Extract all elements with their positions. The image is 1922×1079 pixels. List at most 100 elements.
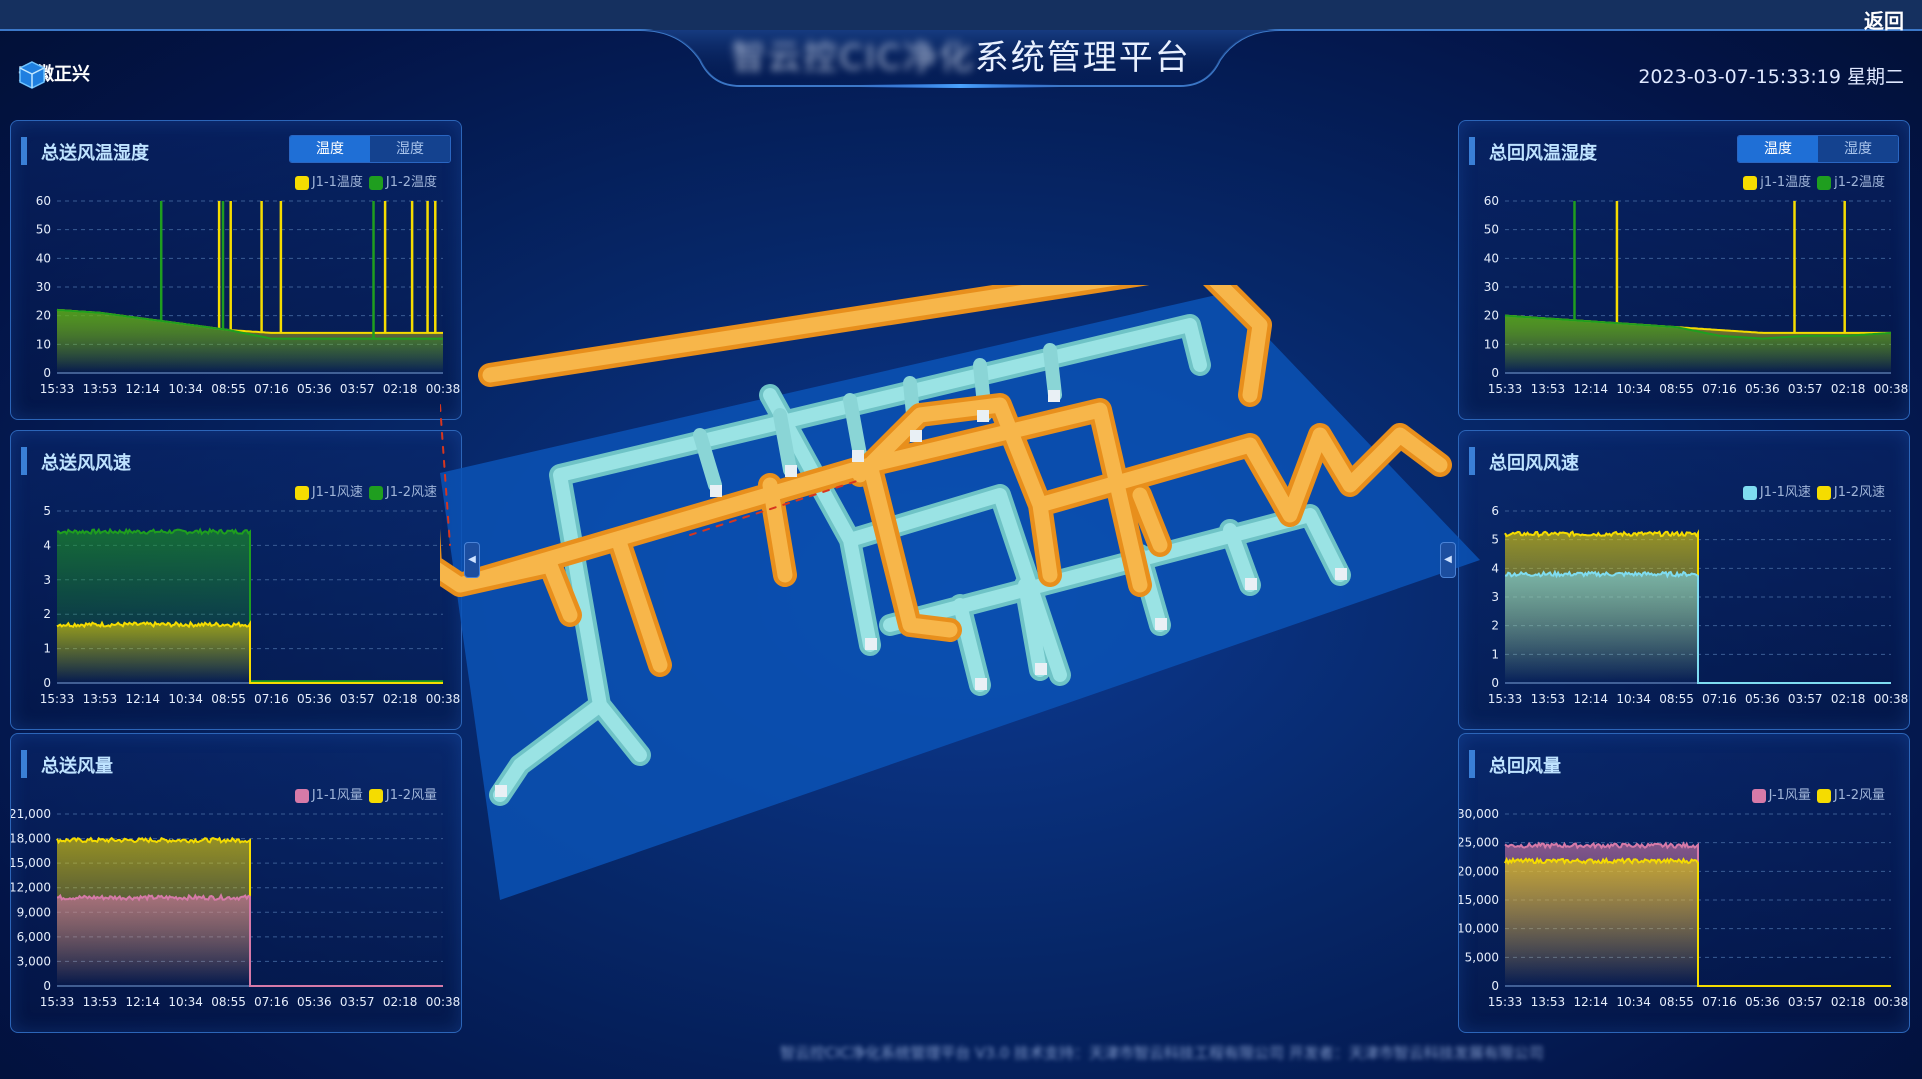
legend-label: J1-2风量 bbox=[385, 788, 437, 803]
legend-label: J1-2风速 bbox=[385, 485, 437, 500]
y-tick-label: 60 bbox=[36, 194, 51, 208]
y-tick-label: 18,000 bbox=[11, 832, 51, 846]
x-tick-label: 13:53 bbox=[1531, 382, 1566, 396]
supply-temp-chart: 0 10 20 30 40 50 60 15:33 13:53 12:14 10:34 08:55 07… bbox=[36, 194, 461, 396]
x-tick-label: 08:55 bbox=[211, 995, 246, 1009]
collapse-left-icon[interactable]: ◀ bbox=[464, 542, 480, 578]
x-tick-label: 12:14 bbox=[125, 995, 160, 1009]
tab-temperature[interactable]: 温度 bbox=[1738, 136, 1818, 162]
x-tick-label: 13:53 bbox=[1531, 692, 1566, 706]
legend-item[interactable]: J1-1风速 bbox=[294, 481, 363, 500]
panel-title: 总送风量 bbox=[21, 750, 113, 778]
legend-label: J1-1风速 bbox=[1759, 485, 1811, 500]
panel-title: 总回风风速 bbox=[1469, 447, 1579, 475]
supply-speed-chart: 0 1 2 3 4 5 15:33 13:53 12:14 10:34 08:55 07:16 05:3… bbox=[40, 504, 461, 706]
x-tick-label: 13:53 bbox=[83, 995, 118, 1009]
x-tick-label: 07:16 bbox=[1702, 995, 1737, 1009]
legend-label: J1-2风量 bbox=[1833, 788, 1885, 803]
y-tick-label: 4 bbox=[1491, 561, 1499, 575]
tab-humidity[interactable]: 湿度 bbox=[370, 136, 450, 162]
y-tick-label: 1 bbox=[1491, 647, 1499, 661]
panel-supply-volume: 总送风量 J1-1风量 J1-2风量 0 3,000 6,000 9,000 12,00… bbox=[10, 733, 462, 1033]
y-tick-label: 10 bbox=[1484, 337, 1499, 351]
title-main-text: 系统管理平台 bbox=[974, 38, 1191, 78]
supply-volume-chart: 0 3,000 6,000 9,000 12,000 15,000 18,000 21,000… bbox=[11, 807, 461, 1009]
y-tick-label: 50 bbox=[1484, 223, 1499, 237]
x-tick-label: 07:16 bbox=[1702, 692, 1737, 706]
x-tick-label: 12:14 bbox=[1573, 995, 1608, 1009]
x-tick-label: 10:34 bbox=[168, 692, 203, 706]
panel-return-temp: 总回风温湿度 温度 湿度 j1-1温度 j1-2温度 0 10 20 30 40 50 60… bbox=[1458, 120, 1910, 420]
x-tick-label: 15:33 bbox=[1488, 382, 1523, 396]
x-tick-label: 10:34 bbox=[168, 382, 203, 396]
legend-item[interactable]: J1-2风速 bbox=[1816, 481, 1885, 500]
x-tick-label: 05:36 bbox=[297, 692, 332, 706]
x-tick-label: 08:55 bbox=[211, 692, 246, 706]
return-temp-chart: 0 10 20 30 40 50 60 15:33 13:53 12:14 10:34 08:55 07… bbox=[1484, 194, 1909, 396]
legend-item[interactable]: J-1风量 bbox=[1751, 784, 1811, 803]
legend-item[interactable]: J1-2风速 bbox=[368, 481, 437, 500]
legend-item[interactable]: J1-1温度 bbox=[294, 171, 363, 190]
chart-legend: J1-1风速 J1-2风速 bbox=[294, 481, 437, 500]
y-tick-label: 10 bbox=[36, 337, 51, 351]
footer-text: 智云控CIC净化系统管理平台 V3.0 技术支持：天津市智云科技工程有限公司 开… bbox=[780, 1044, 1544, 1062]
legend-item[interactable]: J1-2风量 bbox=[1816, 784, 1885, 803]
x-tick-label: 05:36 bbox=[297, 382, 332, 396]
x-tick-label: 00:38 bbox=[1874, 382, 1909, 396]
chart-legend: J1-1风速 J1-2风速 bbox=[1742, 481, 1885, 500]
legend-item[interactable]: J1-2温度 bbox=[368, 171, 437, 190]
y-tick-label: 30 bbox=[36, 280, 51, 294]
chart-legend: j1-1温度 j1-2温度 bbox=[1743, 171, 1885, 190]
x-tick-label: 03:57 bbox=[1788, 995, 1823, 1009]
y-tick-label: 6,000 bbox=[17, 930, 51, 944]
x-tick-label: 00:38 bbox=[426, 995, 461, 1009]
collapse-right-icon[interactable]: ◀ bbox=[1440, 542, 1456, 578]
x-tick-label: 03:57 bbox=[340, 382, 375, 396]
back-button[interactable]: 返回 bbox=[1864, 5, 1904, 34]
x-tick-label: 03:57 bbox=[340, 995, 375, 1009]
y-tick-label: 4 bbox=[43, 538, 51, 552]
panel-return-volume: 总回风量 J-1风量 J1-2风量 0 5,000 10,000 15,000 20,0… bbox=[1458, 733, 1910, 1033]
y-tick-label: 40 bbox=[36, 251, 51, 265]
x-tick-label: 10:34 bbox=[1616, 382, 1651, 396]
panel-title: 总送风风速 bbox=[21, 447, 131, 475]
x-tick-label: 02:18 bbox=[383, 692, 418, 706]
panel-title: 总送风温湿度 bbox=[21, 137, 149, 165]
x-tick-label: 13:53 bbox=[1531, 995, 1566, 1009]
y-tick-label: 12,000 bbox=[11, 881, 51, 895]
x-tick-label: 03:57 bbox=[1788, 692, 1823, 706]
legend-label: J1-1风速 bbox=[311, 485, 363, 500]
legend-item[interactable]: J1-1风速 bbox=[1742, 481, 1811, 500]
tab-humidity[interactable]: 湿度 bbox=[1818, 136, 1898, 162]
legend-item[interactable]: J1-1风量 bbox=[294, 784, 363, 803]
title-blurred-text: 智云控CIC净化 bbox=[731, 38, 975, 78]
y-tick-label: 3,000 bbox=[17, 954, 51, 968]
x-tick-label: 15:33 bbox=[40, 692, 75, 706]
x-tick-label: 15:33 bbox=[40, 382, 75, 396]
panel-supply-temp: 总送风温湿度 温度 湿度 J1-1温度 J1-2温度 0 10 20 30 40 50 60… bbox=[10, 120, 462, 420]
chart-legend: J1-1温度 J1-2温度 bbox=[294, 171, 437, 190]
y-tick-label: 20 bbox=[1484, 309, 1499, 323]
panel-return-speed: 总回风风速 J1-1风速 J1-2风速 0 1 2 3 4 5 6 15:33 13:53 12:… bbox=[1458, 430, 1910, 730]
return-volume-chart: 05,00010,00015,00020,00025,00030,00015:3… bbox=[1459, 807, 1908, 1009]
legend-label: J1-1风量 bbox=[311, 788, 363, 803]
x-tick-label: 07:16 bbox=[254, 382, 289, 396]
duct-3d-view[interactable] bbox=[440, 285, 1480, 905]
y-tick-label: 3 bbox=[1491, 590, 1499, 604]
y-tick-label: 5 bbox=[43, 504, 51, 518]
legend-item[interactable]: J1-2风量 bbox=[368, 784, 437, 803]
x-tick-label: 12:14 bbox=[1573, 692, 1608, 706]
legend-item[interactable]: j1-1温度 bbox=[1743, 171, 1811, 190]
x-tick-label: 08:55 bbox=[1659, 382, 1694, 396]
y-tick-label: 3 bbox=[43, 573, 51, 587]
legend-label: J-1风量 bbox=[1768, 788, 1811, 803]
y-tick-label: 0 bbox=[43, 979, 51, 993]
company-label: 安徽正兴 bbox=[18, 60, 90, 89]
x-tick-label: 10:34 bbox=[1616, 995, 1651, 1009]
legend-item[interactable]: j1-2温度 bbox=[1817, 171, 1885, 190]
tab-temperature[interactable]: 温度 bbox=[290, 136, 370, 162]
x-tick-label: 03:57 bbox=[340, 692, 375, 706]
x-tick-label: 15:33 bbox=[40, 995, 75, 1009]
x-tick-label: 08:55 bbox=[1659, 995, 1694, 1009]
y-tick-label: 5,000 bbox=[1465, 950, 1499, 964]
